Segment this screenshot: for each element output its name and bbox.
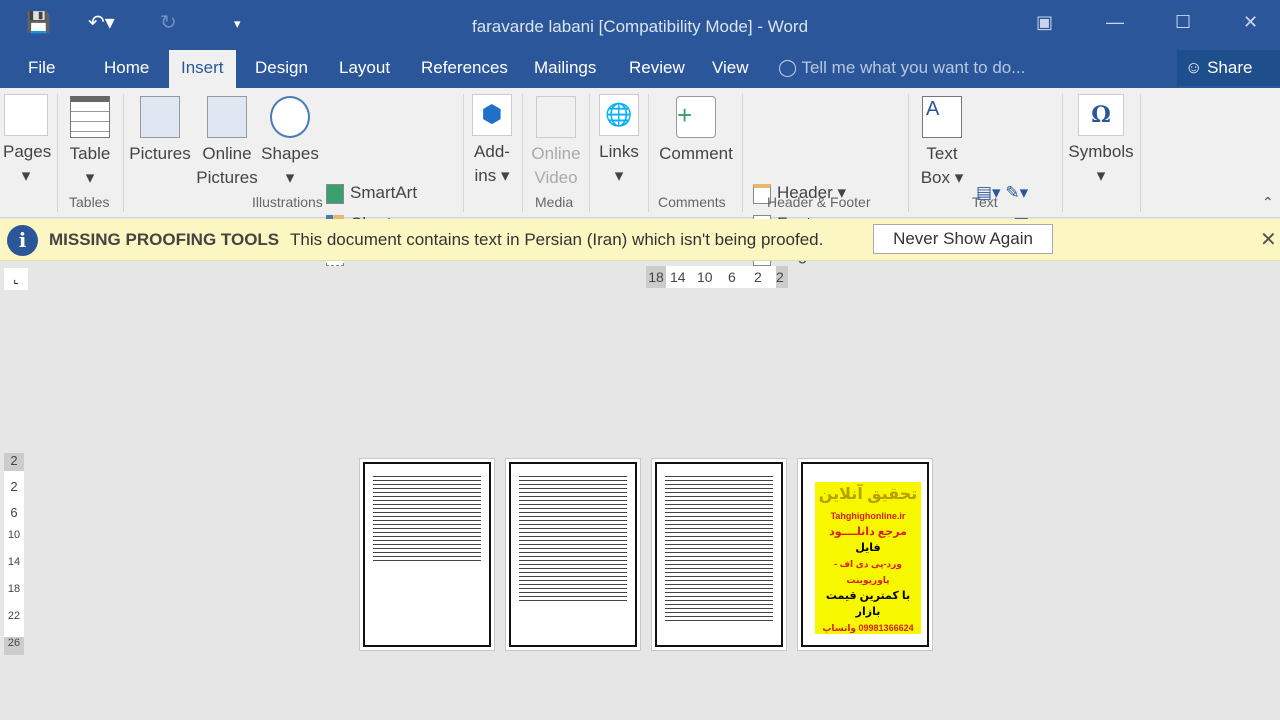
group-label-tables: Tables	[69, 194, 110, 210]
document-page-2[interactable]	[505, 458, 641, 651]
online-video-icon	[536, 96, 576, 138]
tab-review[interactable]: Review	[617, 50, 697, 88]
online-pictures-icon	[207, 96, 247, 138]
group-label-header-footer: Header & Footer	[767, 194, 871, 210]
maximize-icon[interactable]: ☐	[1175, 12, 1191, 33]
online-pictures-button[interactable]: Online Pictures	[196, 96, 258, 190]
window-title: faravarde labani [Compatibility Mode] - …	[471, 17, 809, 36]
group-label-media: Media	[535, 194, 574, 210]
tab-design[interactable]: Design	[243, 50, 320, 88]
close-message-icon[interactable]: ✕	[1260, 227, 1277, 252]
never-show-again-button[interactable]: Never Show Again	[873, 224, 1053, 254]
ribbon-tabs: File Home Insert Design Layout Reference…	[0, 50, 1280, 88]
smartart-button[interactable]: SmartArt	[326, 182, 417, 204]
page-icon	[4, 94, 48, 136]
comment-icon: +	[676, 96, 716, 138]
add-ins-button[interactable]: ⬢ Add-ins ▾	[468, 94, 516, 188]
online-video-button: Online Video	[528, 96, 584, 190]
close-icon[interactable]: ✕	[1243, 12, 1258, 33]
group-label-illustrations: Illustrations	[252, 194, 323, 210]
divider	[57, 94, 58, 212]
divider	[1062, 94, 1063, 212]
document-page-3[interactable]	[651, 458, 787, 651]
pages-button[interactable]: Pages ▾	[3, 94, 51, 188]
ribbon-insert: Pages ▾ Table ▾ Tables Pictures Online Pic…	[0, 88, 1280, 266]
message-title: MISSING PROOFING TOOLS	[49, 230, 280, 249]
shapes-button[interactable]: Shapes ▾	[260, 96, 320, 190]
table-button[interactable]: Table ▾	[64, 96, 116, 190]
ribbon-display-options-icon[interactable]: ▣	[1036, 12, 1053, 33]
document-page-4[interactable]: تحقیق آنلاین Tahghighonline.ir مرجع دانل…	[797, 458, 933, 651]
pictures-icon	[140, 96, 180, 138]
minimize-icon[interactable]: —	[1106, 12, 1124, 33]
tab-mailings[interactable]: Mailings	[522, 50, 608, 88]
divider	[522, 94, 523, 212]
divider	[589, 94, 590, 212]
add-ins-icon: ⬢	[472, 94, 512, 136]
vertical-ruler[interactable]: 2 2 6 10 14 18 22 26	[4, 453, 24, 655]
divider	[908, 94, 909, 212]
smartart-icon	[326, 183, 344, 204]
tab-selector[interactable]: ⌞	[4, 268, 28, 290]
page-text	[373, 474, 481, 564]
text-box-icon: A	[922, 96, 962, 138]
divider	[648, 94, 649, 212]
horizontal-ruler[interactable]: 18 14 10 6 2 2	[646, 266, 788, 288]
tab-insert[interactable]: Insert	[169, 50, 236, 88]
message-bar: i MISSING PROOFING TOOLS This document c…	[0, 219, 1280, 261]
tab-file[interactable]: File	[16, 50, 67, 88]
omega-icon: Ω	[1078, 94, 1124, 136]
pictures-button[interactable]: Pictures	[128, 96, 192, 166]
links-button[interactable]: 🌐 Links ▾	[595, 94, 643, 188]
share-button[interactable]: ☺ Share	[1177, 50, 1280, 86]
tab-view[interactable]: View	[700, 50, 761, 88]
title-bar: 💾 ↶▾ ↻ ▾ faravarde labani [Compatibility…	[0, 0, 1280, 50]
advertisement: تحقیق آنلاین Tahghighonline.ir مرجع دانل…	[815, 482, 921, 634]
person-add-icon: ☺	[1185, 58, 1203, 77]
divider	[742, 94, 743, 212]
tab-layout[interactable]: Layout	[327, 50, 402, 88]
document-page-1[interactable]	[359, 458, 495, 651]
divider	[123, 94, 124, 212]
collapse-ribbon-icon[interactable]: ⌃	[1262, 194, 1274, 211]
page-text	[519, 474, 627, 604]
tab-references[interactable]: References	[409, 50, 520, 88]
divider	[1140, 94, 1141, 212]
links-icon: 🌐	[599, 94, 639, 136]
message-text: This document contains text in Persian (…	[290, 230, 824, 249]
comment-button[interactable]: + Comment	[654, 96, 738, 166]
page-text	[665, 474, 773, 624]
symbols-button[interactable]: Ω Symbols ▾	[1066, 94, 1136, 188]
text-box-button[interactable]: A Text Box ▾	[916, 96, 968, 190]
divider	[463, 94, 464, 212]
tell-me-search[interactable]: ◯ Tell me what you want to do...	[778, 50, 1025, 86]
table-icon	[70, 96, 110, 138]
info-icon: i	[7, 225, 38, 256]
tab-home[interactable]: Home	[92, 50, 161, 88]
group-label-text: Text	[972, 194, 998, 210]
group-label-comments: Comments	[658, 194, 726, 210]
shapes-icon	[270, 96, 310, 138]
lightbulb-icon: ◯	[778, 58, 798, 77]
